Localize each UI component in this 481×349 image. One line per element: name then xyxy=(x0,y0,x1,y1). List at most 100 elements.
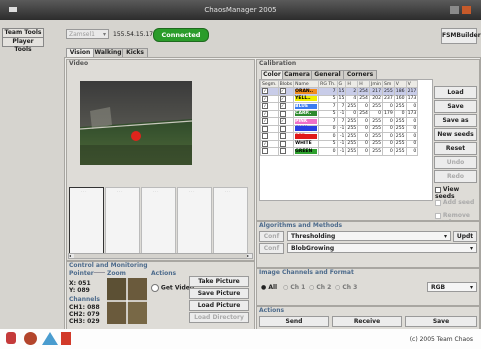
blobs-checkbox[interactable]: ✓ xyxy=(279,103,286,109)
load-button[interactable]: Load xyxy=(434,86,477,99)
table-row[interactable]: CIAN.. 0 -1 255 0 255 0 255 0 xyxy=(260,124,419,133)
color-name[interactable]: CARP.. xyxy=(295,111,318,117)
ch3-radio[interactable]: ○ Ch 3 xyxy=(335,284,357,291)
save-button[interactable]: Save xyxy=(434,100,477,113)
algorithms-title: Algorithms and Methods xyxy=(259,222,343,229)
add-seed-check[interactable]: Add seed xyxy=(435,199,474,206)
color-name[interactable]: BLUE xyxy=(295,103,318,109)
segm-checkbox[interactable]: ✓ xyxy=(262,103,268,109)
receive-button[interactable]: Receive xyxy=(332,316,402,327)
zoom-view[interactable] xyxy=(107,278,147,324)
color-name[interactable]: ORAN.. xyxy=(295,88,318,94)
method2-select[interactable]: BlobGrowing ▾ xyxy=(287,243,477,253)
table-row[interactable]: ✓ CARP.. 5 -1 0 254 0 179 0 173 xyxy=(260,109,419,118)
ch2-radio[interactable]: ○ Ch 2 xyxy=(309,284,331,291)
segm-checkbox[interactable]: ✓ xyxy=(262,140,268,147)
blobs-checkbox[interactable]: ✓ xyxy=(279,88,286,94)
tab-vision[interactable]: Vision xyxy=(66,48,94,57)
thumbnail[interactable]: - - - xyxy=(69,187,104,255)
blobs-checkbox[interactable]: ✓ xyxy=(279,118,286,124)
take-picture-button[interactable]: Take Picture xyxy=(189,276,249,287)
table-row[interactable]: GREEN 0 -1 255 0 255 0 255 0 xyxy=(260,147,419,156)
segm-checkbox[interactable]: ✓ xyxy=(262,95,268,102)
segm-checkbox[interactable] xyxy=(262,148,268,154)
actions-save-button[interactable]: Save xyxy=(405,316,477,327)
table-row[interactable]: ✓ ✓ PINK 7 7 255 0 255 0 255 0 xyxy=(260,117,419,126)
thumbnail[interactable]: - - - xyxy=(141,187,176,255)
color-name[interactable]: GREEN xyxy=(295,148,318,154)
table-row[interactable]: ✓ ✓ ORAN.. 7 15 2 254 217 255 186 217 xyxy=(260,87,419,96)
robot-combo[interactable]: Zamsel1 ▾ xyxy=(66,29,109,39)
save-picture-button[interactable]: Save Picture xyxy=(189,288,249,299)
segm-checkbox[interactable]: ✓ xyxy=(262,88,268,94)
ch1-radio[interactable]: ○ Ch 1 xyxy=(283,284,305,291)
thumbnail[interactable]: - - - xyxy=(213,187,248,255)
redo-button[interactable]: Redo xyxy=(434,170,477,183)
checkbox-icon xyxy=(435,186,441,193)
value-cell: 0 xyxy=(405,147,419,156)
get-video-radio[interactable]: Get Video xyxy=(151,284,194,292)
video-frame[interactable] xyxy=(79,81,193,165)
table-row[interactable]: RED 0 -1 255 0 255 0 255 0 xyxy=(260,132,419,141)
blobs-checkbox[interactable]: ✓ xyxy=(279,95,286,102)
value-cell: 0 xyxy=(382,117,395,126)
color-name[interactable]: PINK xyxy=(295,118,318,124)
value-cell: 0 xyxy=(382,132,395,141)
col-v1: V xyxy=(393,80,407,88)
color-name[interactable]: WHITE xyxy=(295,141,318,147)
format-select[interactable]: RGB ▾ xyxy=(427,282,477,292)
ch3-value: CH3: 029 xyxy=(69,318,100,325)
thumbnail[interactable]: - - - xyxy=(105,187,140,255)
value-cell: 255 xyxy=(345,124,359,133)
table-header: Segm. Blobs Name RG Th. G H H Jmin Sm V … xyxy=(260,80,419,88)
segm-checkbox[interactable] xyxy=(262,125,268,132)
table-row[interactable]: ✓ WHITE 5 -1 255 0 255 0 255 0 xyxy=(260,139,419,148)
conf-button[interactable]: Conf xyxy=(259,243,284,254)
updt-button[interactable]: Updt xyxy=(453,231,477,242)
load-picture-button[interactable]: Load Picture xyxy=(189,300,249,311)
close-button[interactable] xyxy=(462,6,471,14)
value-cell: 0 xyxy=(318,147,338,156)
color-name[interactable]: RED xyxy=(295,133,318,139)
scroll-left-icon[interactable]: ◂ xyxy=(69,254,74,258)
conf-button[interactable]: Conf xyxy=(259,231,284,242)
table-row[interactable]: ✓ ✓ YELL.. 5 15 4 254 202 237 160 173 xyxy=(260,94,419,103)
save-as-button[interactable]: Save as xyxy=(434,114,477,127)
blobs-checkbox[interactable] xyxy=(279,110,286,117)
reset-seeds-button[interactable]: Reset Seeds xyxy=(434,142,477,164)
new-seeds-button[interactable]: New seeds xyxy=(434,128,477,141)
thumbnail[interactable]: - - - xyxy=(177,187,212,255)
tab-corners[interactable]: Corners xyxy=(343,70,377,79)
blobs-checkbox[interactable] xyxy=(279,133,286,139)
all-radio[interactable]: ● All xyxy=(261,284,277,291)
scroll-right-icon[interactable]: ▸ xyxy=(247,254,252,258)
tab-general[interactable]: General xyxy=(311,70,344,79)
color-name[interactable]: YELL.. xyxy=(295,96,318,102)
tab-camera[interactable]: Camera xyxy=(282,70,312,79)
player-tools-button[interactable]: Player Tools xyxy=(2,37,44,53)
segm-checkbox[interactable]: ✓ xyxy=(262,110,268,117)
send-button[interactable]: Send xyxy=(259,316,329,327)
method1-select[interactable]: Thresholding ▾ xyxy=(287,231,451,241)
connected-button[interactable]: Connected xyxy=(153,28,209,42)
ch1-value: CH1: 088 xyxy=(69,304,100,311)
thumbnail-scrollbar[interactable]: ◂ ▸ xyxy=(68,253,253,259)
method1-value: Thresholding xyxy=(291,233,336,240)
blobs-checkbox[interactable] xyxy=(279,148,286,154)
tab-walking[interactable]: Walking xyxy=(93,48,123,57)
title-bar: ChaosManager 2005 xyxy=(0,0,481,20)
blobs-checkbox[interactable] xyxy=(279,140,286,147)
color-name[interactable]: CIAN.. xyxy=(295,126,318,132)
undo-button[interactable]: Undo xyxy=(434,156,477,169)
tab-kicks[interactable]: Kicks xyxy=(122,48,148,57)
view-seeds-check[interactable]: View seeds xyxy=(435,186,479,200)
fsm-builder-button[interactable]: FSMBuilder xyxy=(441,28,481,44)
load-directory-button[interactable]: Load Directory xyxy=(189,312,249,323)
blobs-checkbox[interactable] xyxy=(279,125,286,132)
value-cell: 237 xyxy=(382,94,395,103)
segm-checkbox[interactable] xyxy=(262,133,268,139)
segm-checkbox[interactable]: ✓ xyxy=(262,118,268,124)
table-row[interactable]: ✓ ✓ BLUE 7 7 255 0 255 0 255 0 xyxy=(260,102,419,111)
tab-color[interactable]: Color xyxy=(261,70,283,79)
minimize-button[interactable] xyxy=(450,6,459,14)
